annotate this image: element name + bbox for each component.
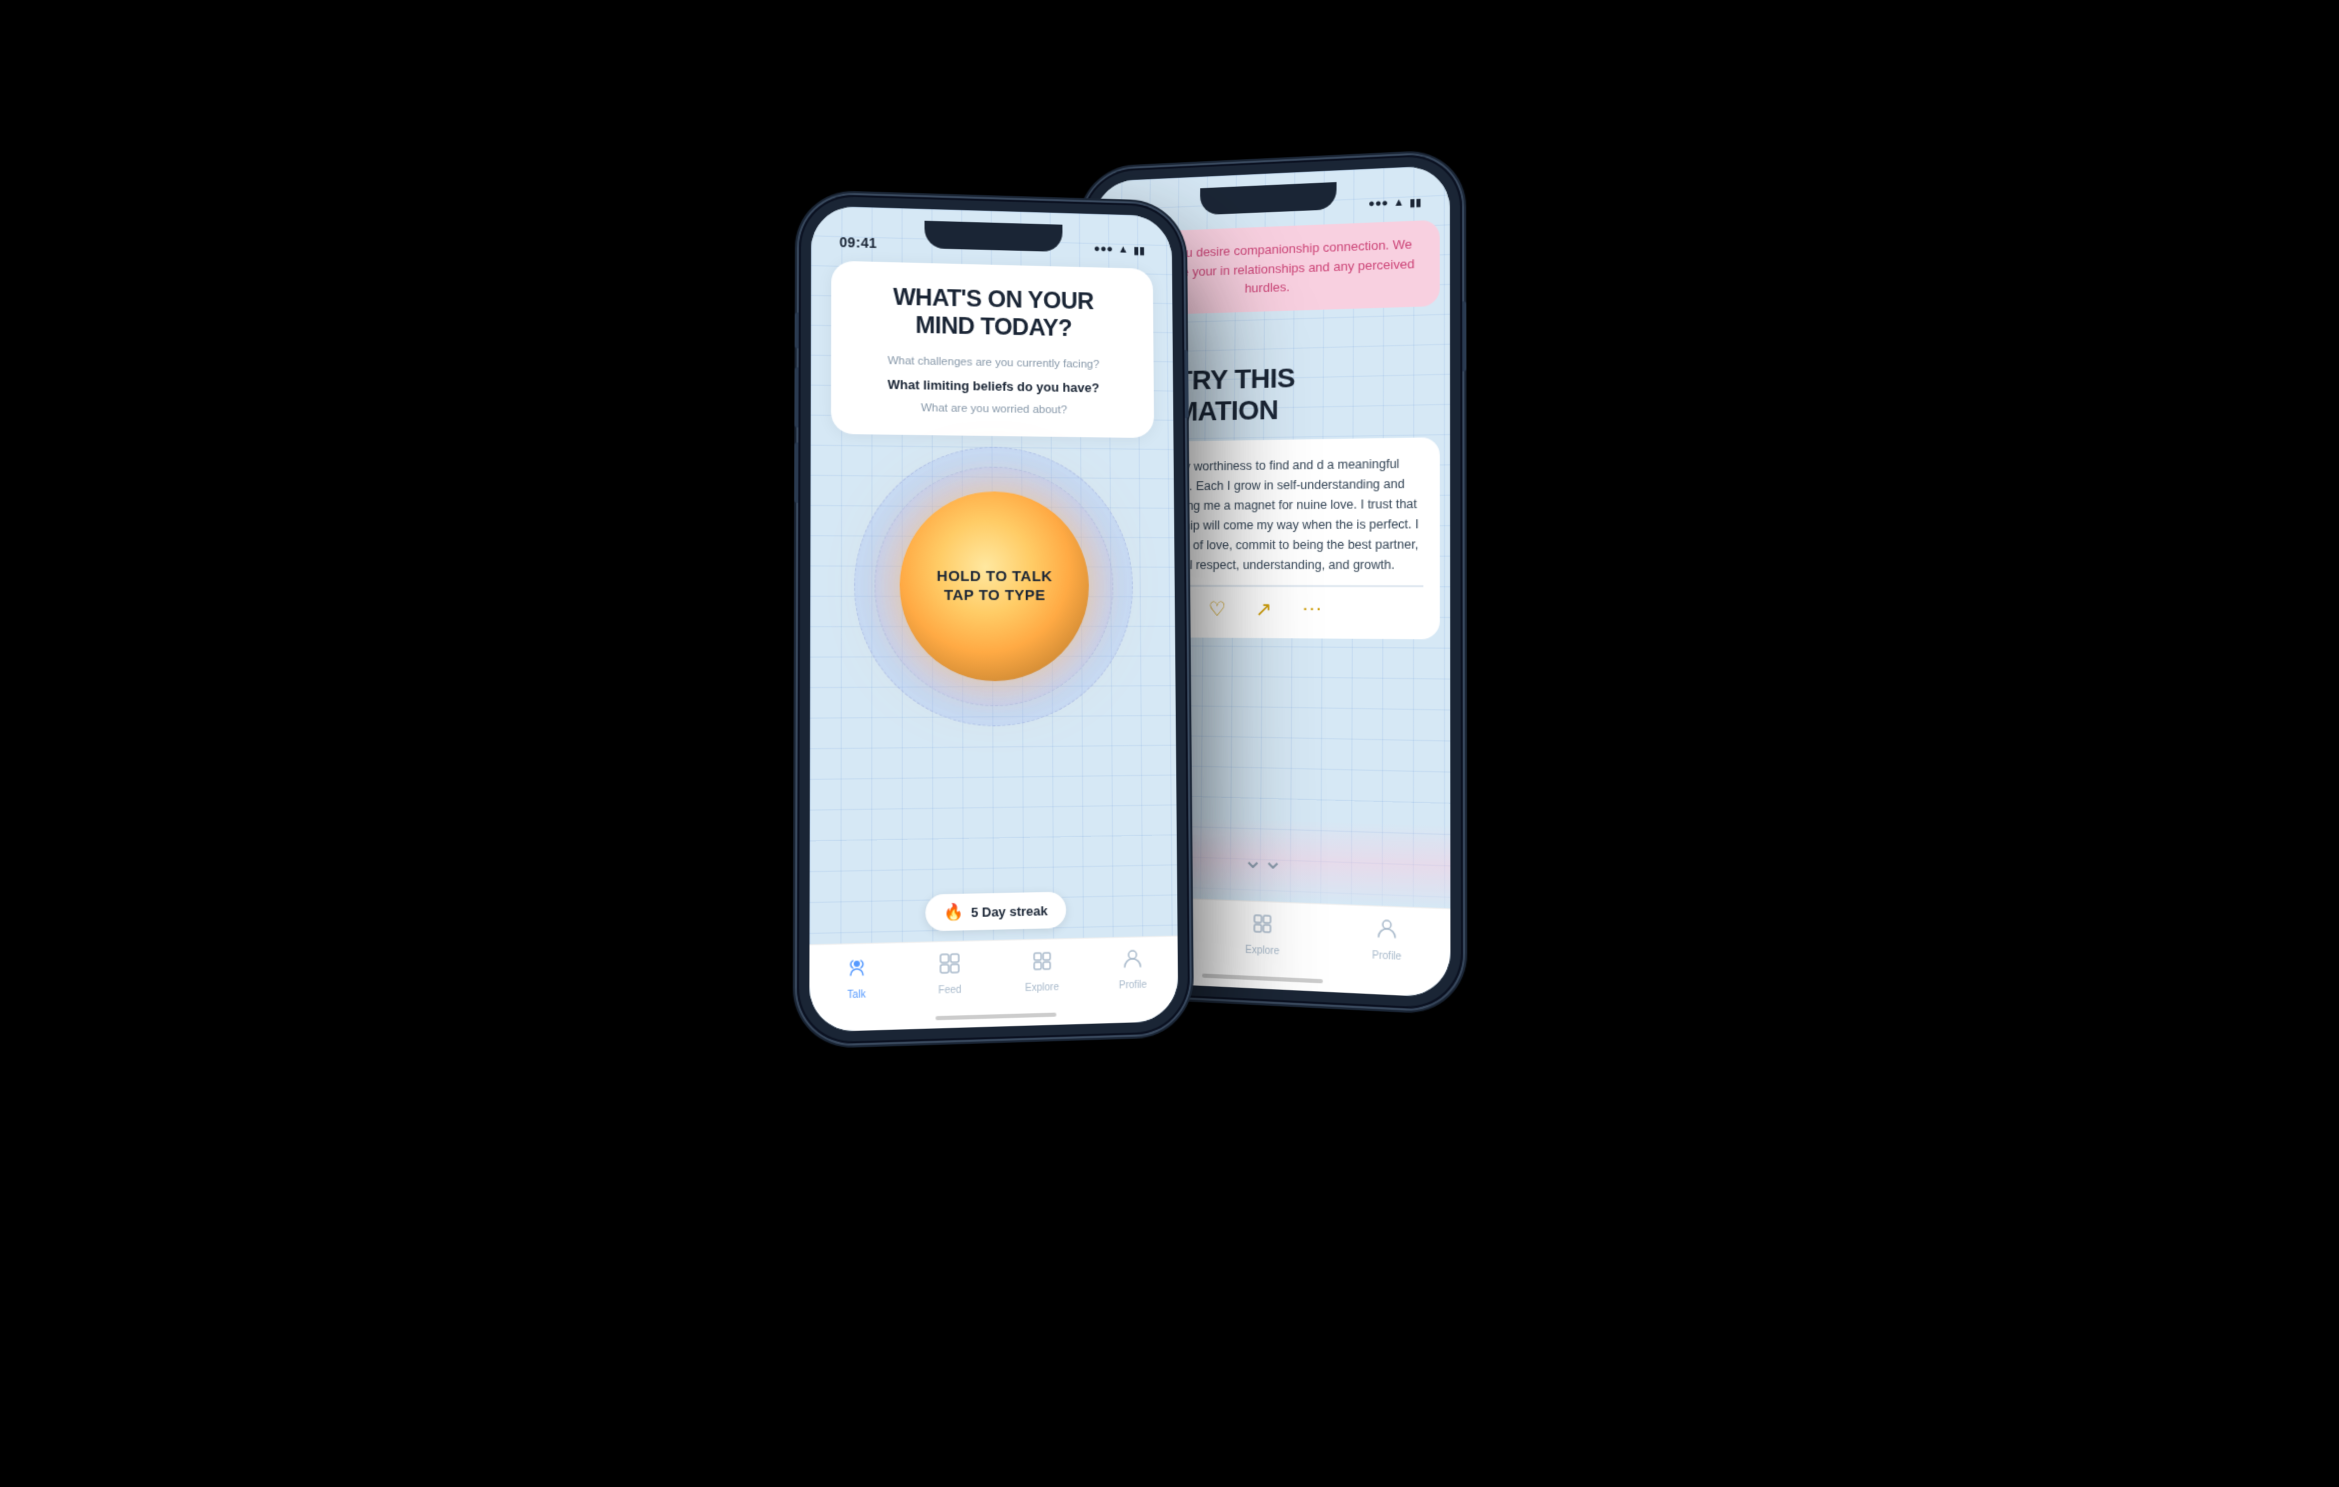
phones-container: 09:41 ●●● ▲ ▮▮ ear that you desire compa… <box>720 94 1620 1394</box>
orb-text-container: HOLD TO TALKTAP TO TYPE <box>899 490 1089 681</box>
chevron-down-icon: ⌄⌄ <box>1242 844 1283 875</box>
battery-icon-front: ▮▮ <box>1133 243 1145 256</box>
signal-icon-front: ●●● <box>1093 243 1112 255</box>
signal-icon-back: ●●● <box>1368 197 1388 210</box>
volume-up-front <box>794 367 798 427</box>
profile-label: Profile <box>1118 979 1146 991</box>
nav-item-profile[interactable]: Profile <box>1103 946 1162 991</box>
profile-icon <box>1121 947 1143 976</box>
wifi-icon-back: ▲ <box>1393 196 1404 208</box>
like-action-icon[interactable]: ♡ <box>1208 597 1226 622</box>
home-indicator-front <box>935 1012 1056 1020</box>
nav-item-explore-back[interactable]: Explore <box>1232 911 1293 958</box>
talk-label: Talk <box>847 989 865 1001</box>
prompt-list: What challenges are you currently facing… <box>851 351 1134 420</box>
notch-front <box>924 220 1062 251</box>
whats-on-mind-title: WHAT'S ON YOURMIND TODAY? <box>851 282 1134 342</box>
orb-label: HOLD TO TALKTAP TO TYPE <box>936 566 1052 605</box>
power-button-back <box>1462 301 1466 371</box>
prompt-item-1[interactable]: What challenges are you currently facing… <box>851 351 1134 374</box>
status-icons-front: ●●● ▲ ▮▮ <box>1093 242 1144 256</box>
front-phone-screen: 09:41 ●●● ▲ ▮▮ WHAT'S ON YOURMIND TODAY?… <box>809 205 1178 1032</box>
feed-label: Feed <box>938 984 961 996</box>
front-bottom-nav: Talk Feed <box>809 935 1178 1032</box>
nav-item-explore[interactable]: Explore <box>1011 949 1071 994</box>
home-indicator-back <box>1202 973 1323 983</box>
notch-back <box>1199 182 1336 215</box>
nav-item-profile-back[interactable]: Profile <box>1355 916 1417 964</box>
talk-icon <box>844 954 869 986</box>
whats-on-mind-card[interactable]: WHAT'S ON YOURMIND TODAY? What challenge… <box>830 260 1153 438</box>
share-action-icon[interactable]: ↗ <box>1255 597 1272 622</box>
feed-icon <box>938 951 960 980</box>
explore-label: Explore <box>1025 982 1059 994</box>
profile-label-back: Profile <box>1372 950 1401 963</box>
streak-text: 5 Day streak <box>970 902 1047 919</box>
status-time-front: 09:41 <box>839 234 877 251</box>
front-screen-content: 09:41 ●●● ▲ ▮▮ WHAT'S ON YOURMIND TODAY?… <box>809 205 1178 1032</box>
phone-front: 09:41 ●●● ▲ ▮▮ WHAT'S ON YOURMIND TODAY?… <box>796 193 1189 1045</box>
nav-item-talk[interactable]: Talk <box>825 953 887 1001</box>
streak-badge[interactable]: 🔥 5 Day streak <box>925 891 1065 931</box>
profile-icon-back <box>1375 916 1398 946</box>
prompt-item-3[interactable]: What are you worried about? <box>851 398 1134 420</box>
wifi-icon-front: ▲ <box>1117 243 1128 255</box>
mute-button-front <box>794 312 798 348</box>
status-icons-back: ●●● ▲ ▮▮ <box>1368 195 1421 210</box>
volume-down-front <box>794 442 798 502</box>
explore-icon-back <box>1251 911 1273 941</box>
nav-item-feed[interactable]: Feed <box>919 951 980 997</box>
power-button-front <box>1184 349 1188 417</box>
orb-container[interactable]: HOLD TO TALKTAP TO TYPE <box>853 445 1133 727</box>
battery-icon-back: ▮▮ <box>1409 195 1421 208</box>
more-action-icon[interactable]: ··· <box>1301 597 1321 622</box>
streak-fire-icon: 🔥 <box>943 901 963 922</box>
explore-label-back: Explore <box>1245 944 1279 957</box>
explore-icon <box>1030 949 1052 978</box>
prompt-item-2[interactable]: What limiting beliefs do you have? <box>851 373 1134 398</box>
